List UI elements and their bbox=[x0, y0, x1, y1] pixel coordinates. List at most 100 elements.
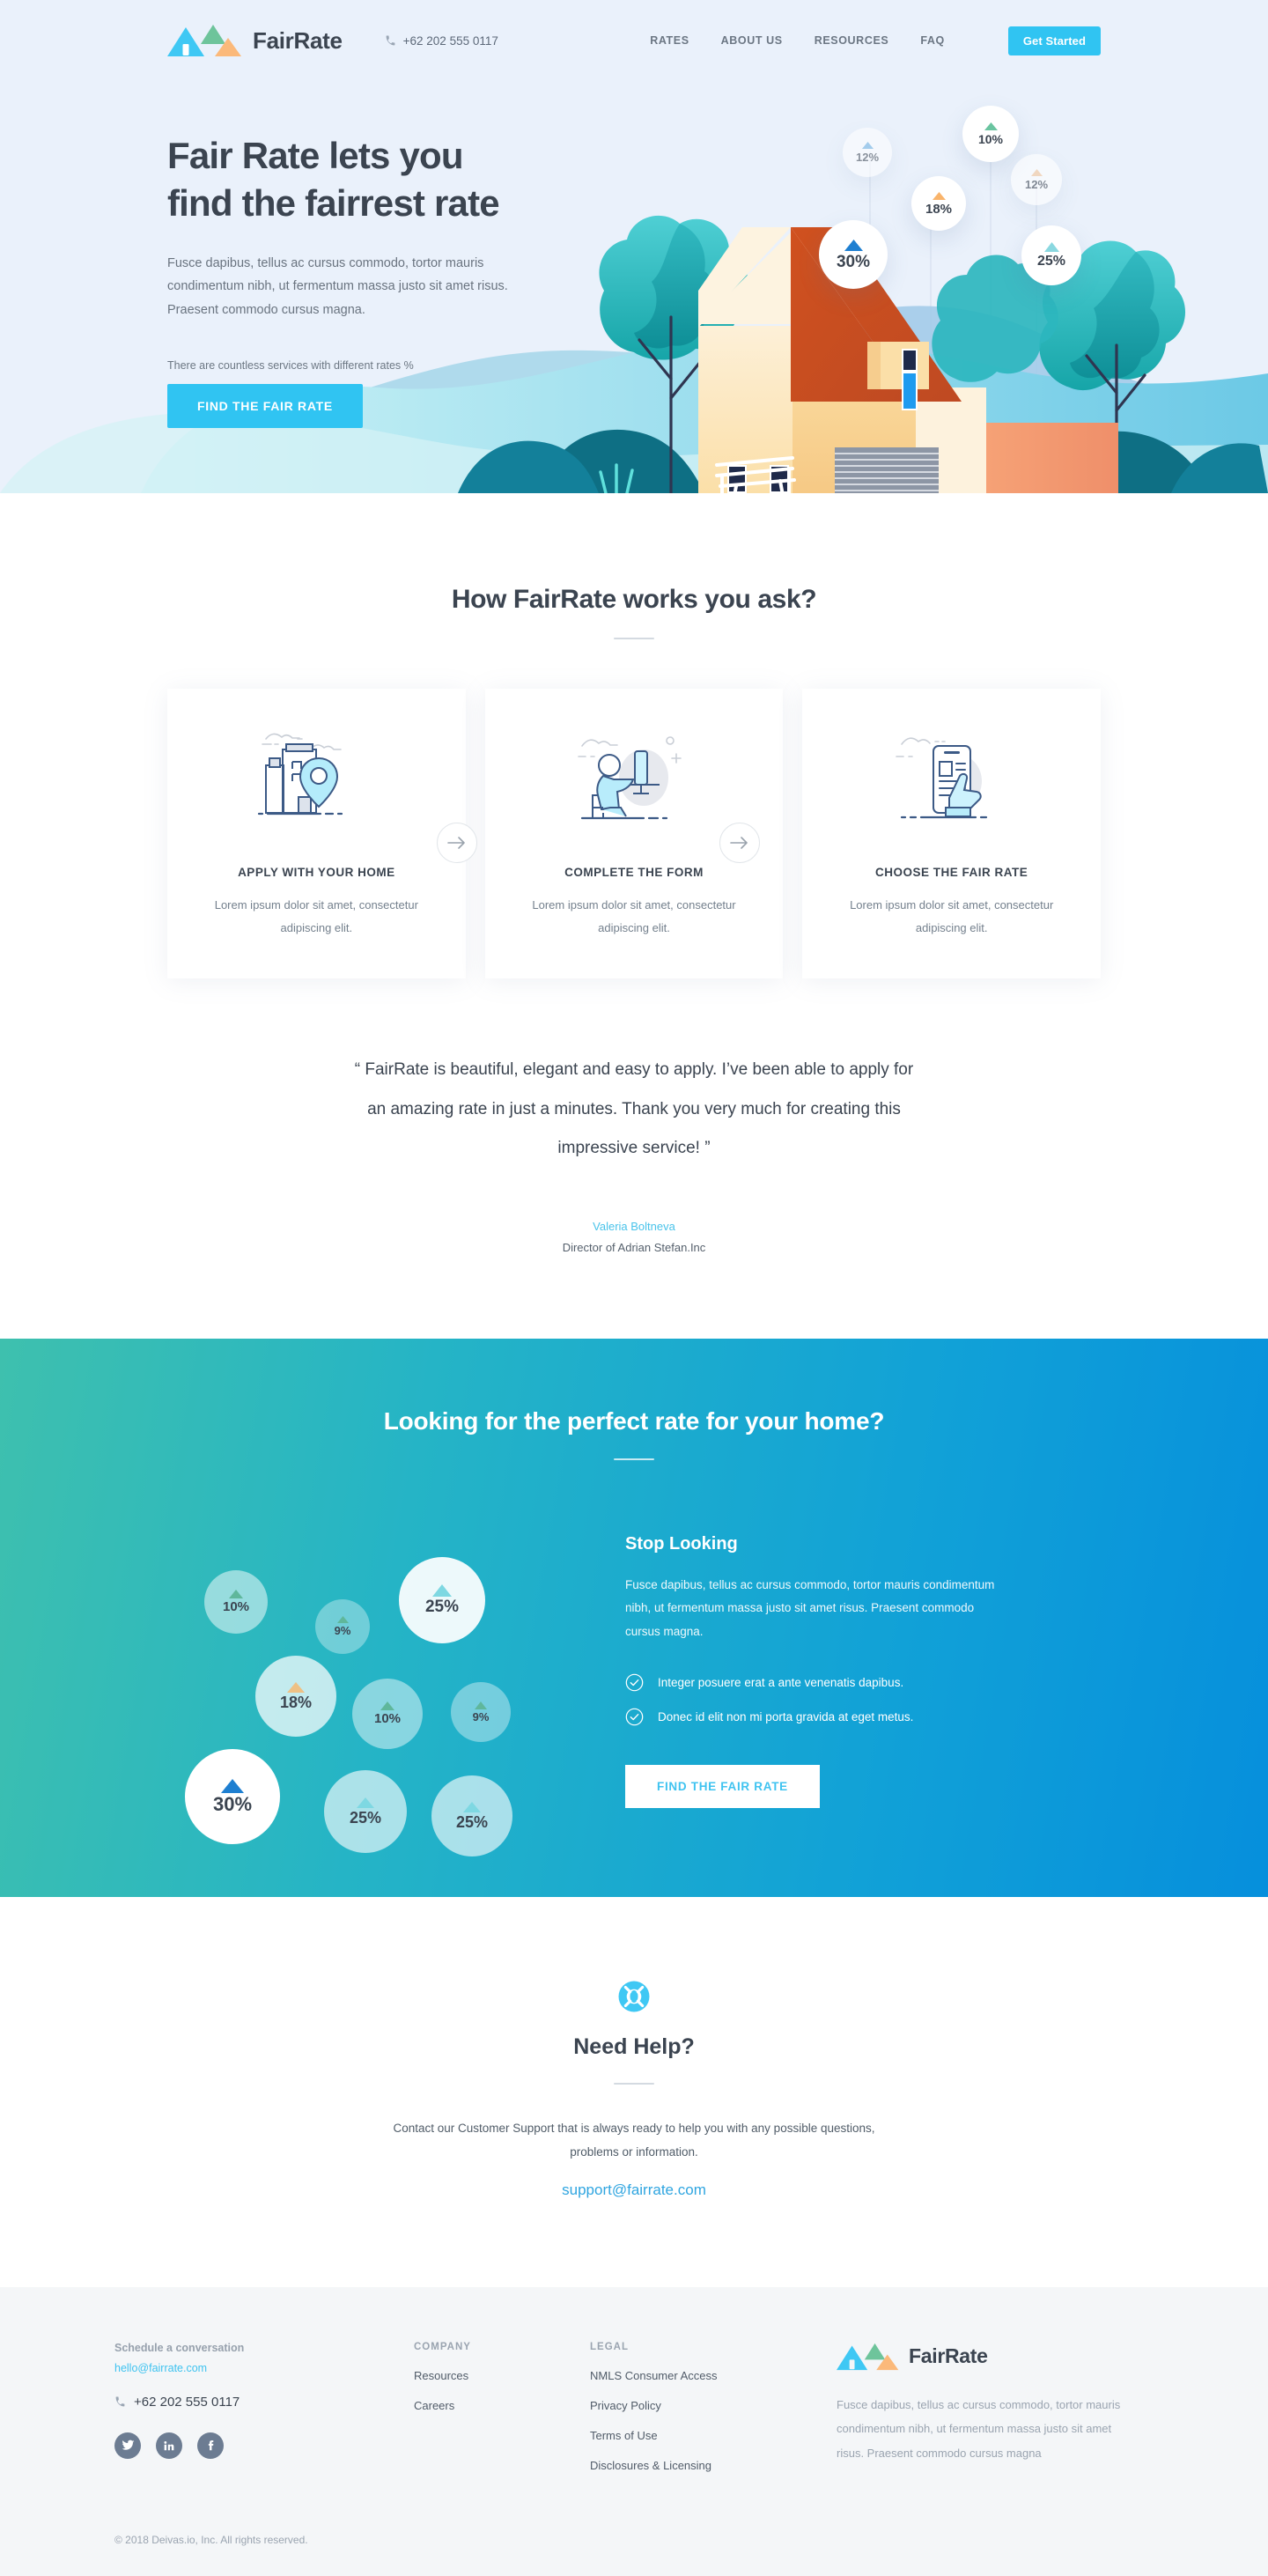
hero-title: Fair Rate lets you find the fairrest rat… bbox=[167, 132, 590, 227]
cta-rate-bubble[interactable]: 10% bbox=[352, 1678, 423, 1749]
footer-phone[interactable]: +62 202 555 0117 bbox=[114, 2395, 414, 2410]
landing-page: FairRate +62 202 555 0117 RATES ABOUT US… bbox=[0, 0, 1268, 2576]
cta-section: Looking for the perfect rate for your ho… bbox=[0, 1338, 1268, 1897]
hero-rate-bubble[interactable]: 10% bbox=[962, 106, 1019, 162]
up-triangle-icon bbox=[221, 1778, 244, 1793]
find-the-fair-rate-button[interactable]: FIND THE FAIR RATE bbox=[167, 383, 363, 428]
nav-item-about-us[interactable]: ABOUT US bbox=[721, 34, 783, 47]
cta-heading: Stop Looking bbox=[625, 1533, 738, 1554]
step-card[interactable]: APPLY WITH YOUR HOME Lorem ipsum dolor s… bbox=[167, 689, 466, 978]
cta-rate-value: 18% bbox=[279, 1693, 313, 1711]
cta-rate-bubbles: 10% 9% 25% 18% 10% 9% 30% 25% 25% bbox=[167, 1522, 625, 1856]
up-triangle-icon bbox=[1043, 242, 1059, 252]
step-card-desc: Lorem ipsum dolor sit amet, consectetur … bbox=[532, 898, 736, 934]
need-help-title: Need Help? bbox=[573, 2033, 695, 2059]
cta-check-item: Donec id elit non mi porta gravida at eg… bbox=[625, 1708, 1004, 1726]
nav-item-faq[interactable]: FAQ bbox=[920, 34, 945, 47]
check-circle-icon bbox=[625, 1708, 644, 1726]
twitter-link[interactable] bbox=[114, 2432, 141, 2459]
footer-link-resources[interactable]: Resources bbox=[414, 2369, 590, 2382]
footer-brand-logo[interactable]: FairRate bbox=[837, 2342, 1154, 2372]
footer-link-privacy[interactable]: Privacy Policy bbox=[590, 2399, 837, 2412]
hero-rate-value: 25% bbox=[1036, 254, 1066, 269]
nav-item-resources[interactable]: RESOURCES bbox=[815, 34, 889, 47]
support-email-link[interactable]: support@fairrate.com bbox=[562, 2181, 706, 2199]
cta-inner: 10% 9% 25% 18% 10% 9% 30% 25% 25% Stop Looking F… bbox=[167, 1522, 1101, 1856]
cta-check-text: Donec id elit non mi porta gravida at eg… bbox=[658, 1709, 914, 1723]
brand-logo[interactable]: FairRate bbox=[167, 23, 343, 58]
cta-rate-bubble[interactable]: 25% bbox=[399, 1556, 485, 1643]
need-help-paragraph: Contact our Customer Support that is alw… bbox=[393, 2121, 875, 2159]
hero-rate-bubble[interactable]: 12% bbox=[843, 128, 892, 177]
cta-rate-value: 30% bbox=[212, 1792, 253, 1815]
cta-rate-bubble[interactable]: 10% bbox=[204, 1569, 268, 1634]
facebook-icon bbox=[208, 2440, 214, 2451]
cta-rate-bubble[interactable]: 30% bbox=[185, 1748, 280, 1844]
footer-brand-name: FairRate bbox=[909, 2344, 988, 2368]
cta-rate-bubble[interactable]: 9% bbox=[315, 1598, 370, 1654]
step-arrow-2[interactable] bbox=[719, 823, 760, 863]
footer-link-terms[interactable]: Terms of Use bbox=[590, 2429, 837, 2442]
step-cards: APPLY WITH YOUR HOME Lorem ipsum dolor s… bbox=[167, 689, 1102, 978]
cta-rate-bubble[interactable]: 9% bbox=[451, 1681, 511, 1742]
up-triangle-icon bbox=[287, 1681, 305, 1693]
footer-contact-column: Schedule a conversation hello@fairrate.c… bbox=[114, 2342, 414, 2472]
footer-link-disclosures[interactable]: Disclosures & Licensing bbox=[590, 2459, 837, 2472]
testimonial-text: “ FairRate is beautiful, elegant and eas… bbox=[354, 1060, 914, 1158]
hero-rate-bubble[interactable]: 18% bbox=[911, 176, 966, 231]
fairrate-triangles-logo-icon bbox=[837, 2343, 899, 2370]
how-it-works-section: How FairRate works you ask? APPLY WITH Y… bbox=[0, 493, 1268, 978]
cta-rate-value: 10% bbox=[222, 1599, 250, 1615]
step-arrow-1[interactable] bbox=[437, 823, 477, 863]
hero-rate-bubble[interactable]: 12% bbox=[1011, 154, 1062, 205]
nav-item-rates[interactable]: RATES bbox=[650, 34, 689, 47]
get-started-button[interactable]: Get Started bbox=[1007, 26, 1101, 55]
top-navigation: FairRate +62 202 555 0117 RATES ABOUT US… bbox=[167, 0, 1101, 81]
footer-link-careers[interactable]: Careers bbox=[414, 2399, 590, 2412]
up-triangle-icon bbox=[984, 122, 998, 130]
hero-rate-value: 12% bbox=[1024, 178, 1049, 191]
cta-title: Looking for the perfect rate for your ho… bbox=[383, 1406, 885, 1435]
up-triangle-icon bbox=[475, 1701, 487, 1709]
nav-links: RATES ABOUT US RESOURCES FAQ Get Started bbox=[650, 26, 1101, 55]
hero-rate-value: 10% bbox=[977, 132, 1004, 146]
twitter-icon bbox=[122, 2440, 134, 2451]
header-phone[interactable]: +62 202 555 0117 bbox=[385, 34, 498, 48]
cta-rate-bubble[interactable]: 25% bbox=[431, 1775, 512, 1856]
schedule-label: Schedule a conversation bbox=[114, 2341, 245, 2354]
facebook-link[interactable] bbox=[197, 2432, 224, 2459]
how-it-works-title: How FairRate works you ask? bbox=[451, 585, 817, 614]
footer-email-link[interactable]: hello@fairrate.com bbox=[114, 2362, 414, 2374]
lifebuoy-icon bbox=[618, 1981, 650, 2012]
hero-rate-value: 30% bbox=[836, 252, 871, 271]
linkedin-link[interactable] bbox=[156, 2432, 182, 2459]
hero-rate-bubble[interactable]: 30% bbox=[819, 220, 888, 289]
step-card-title: COMPLETE THE FORM bbox=[564, 866, 704, 879]
linkedin-icon bbox=[164, 2440, 174, 2451]
section-divider bbox=[614, 638, 654, 639]
step-card[interactable]: CHOOSE THE FAIR RATE Lorem ipsum dolor s… bbox=[802, 689, 1102, 978]
cta-paragraph: Fusce dapibus, tellus ac cursus commodo,… bbox=[625, 1577, 995, 1638]
footer-columns: Schedule a conversation hello@fairrate.c… bbox=[114, 2342, 1154, 2472]
hero-note: There are countless services with differ… bbox=[167, 358, 414, 372]
arrow-right-icon bbox=[730, 837, 748, 849]
up-triangle-icon bbox=[336, 1616, 349, 1624]
social-links bbox=[114, 2432, 414, 2459]
step-card-title: APPLY WITH YOUR HOME bbox=[238, 866, 395, 879]
footer-link-nmls[interactable]: NMLS Consumer Access bbox=[590, 2369, 837, 2382]
cta-check-text: Integer posuere erat a ante venenatis da… bbox=[658, 1675, 904, 1689]
phone-tap-document-illustration-icon bbox=[829, 724, 1074, 834]
cta-rate-value: 25% bbox=[455, 1812, 489, 1831]
hero-section: FairRate +62 202 555 0117 RATES ABOUT US… bbox=[0, 0, 1268, 493]
step-card-title: CHOOSE THE FAIR RATE bbox=[875, 866, 1028, 879]
hero-title-line2: find the fairrest rate bbox=[167, 181, 500, 224]
cta-rate-bubble[interactable]: 25% bbox=[324, 1769, 407, 1853]
hero-subtitle: Fusce dapibus, tellus ac cursus commodo,… bbox=[167, 255, 508, 318]
hero-rate-bubble[interactable]: 25% bbox=[1021, 225, 1081, 285]
hero-rate-value: 12% bbox=[855, 151, 880, 164]
step-card-desc: Lorem ipsum dolor sit amet, consectetur … bbox=[850, 898, 1054, 934]
footer-brand-column: FairRate Fusce dapibus, tellus ac cursus… bbox=[837, 2342, 1154, 2472]
hero-rate-value: 18% bbox=[925, 201, 953, 217]
cta-find-the-fair-rate-button[interactable]: FIND THE FAIR RATE bbox=[625, 1764, 820, 1808]
cta-rate-bubble[interactable]: 18% bbox=[255, 1655, 336, 1737]
